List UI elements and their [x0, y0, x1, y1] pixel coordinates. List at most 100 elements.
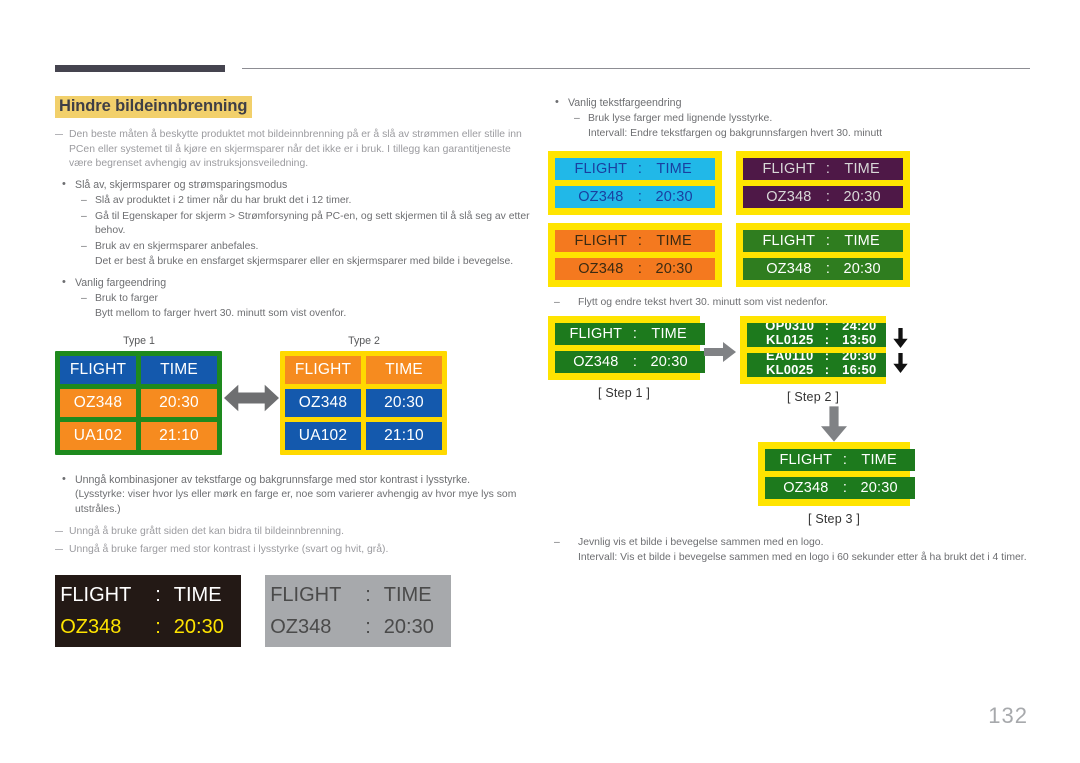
board-row: FLIGHT: TIME [555, 157, 715, 180]
board-header-cell: TIME [366, 356, 442, 385]
board-header-cell: FLIGHT [285, 356, 361, 385]
flight-code: OZ348 [270, 615, 332, 638]
board-row: OP0310:24:20 KL0125:13:50 [747, 323, 886, 348]
flight-time: TIME [383, 583, 432, 606]
board-row: EA0110:20:30 KL0025:16:50 [747, 353, 886, 378]
board-row: FLIGHT: TIME [743, 229, 903, 252]
board-header-cell: TIME [141, 356, 217, 385]
header-rule-line [242, 68, 1030, 69]
flight-time: 20:30 [843, 188, 881, 205]
board-row: OZ348:20:30 [555, 257, 715, 280]
flight-time: 20:30 [655, 260, 693, 277]
separator: : [824, 361, 830, 377]
flight-code: FLIGHT [60, 583, 132, 606]
scroll-arrows [893, 327, 908, 373]
step3-arrow-container [758, 406, 910, 442]
board-data-cell: OZ348 [60, 389, 136, 418]
page-title: Hindre bildeinnbrenning [55, 96, 253, 118]
flight-code: OZ348 [766, 188, 812, 205]
manual-page: { "page": { "title": "Hindre bildeinnbre… [0, 0, 1080, 763]
board-row: OZ348:20:30 [555, 351, 705, 374]
bullet-avoid-contrast: Unngå kombinasjoner av tekstfarge og bak… [55, 472, 535, 488]
flight-code: FLIGHT [779, 452, 833, 469]
flight-time: 16:50 [842, 361, 877, 377]
step3-label: [ Step 3 ] [807, 512, 861, 527]
color-boards-grid: FLIGHT: TIME OZ348:20:30 FLIGHT: TIME OZ348:2… [548, 150, 1028, 287]
board-row: FLIGHT: TIME [765, 449, 915, 472]
separator: : [825, 188, 831, 205]
flight-time: 20:30 [655, 188, 693, 205]
dash-display-properties: Gå til Egenskaper for skjerm > Strømfors… [75, 210, 535, 240]
step1-board: FLIGHT: TIME OZ348:20:30 [548, 316, 705, 381]
board-row: OZ348:20:30 [743, 257, 903, 280]
table-row: OZ348 20:30 [60, 389, 217, 418]
flight-time: 20:30 [860, 480, 898, 497]
gray-board-row: FLIGHT: TIME [270, 584, 446, 607]
purple-board: FLIGHT: TIME OZ348:20:30 [736, 150, 910, 215]
separator: : [155, 583, 161, 606]
flight-code: OZ348 [578, 188, 624, 205]
double-arrow-horizontal-icon [224, 385, 279, 412]
type1-label: Type 1 [123, 335, 155, 348]
note-avoid-high-contrast: Unngå å bruke farger med stor kontrast i… [55, 543, 535, 558]
table-row: OZ348 20:30 [285, 389, 442, 418]
note-avoid-gray: Unngå å bruke grått siden det kan bidra … [55, 525, 535, 540]
step1-label: [ Step 1 ] [597, 386, 651, 401]
flight-time: 20:30 [650, 354, 688, 371]
separator: : [637, 260, 643, 277]
dash-move-text: Flytt og endre tekst hvert 30. minutt so… [548, 296, 1028, 311]
flight-time: TIME [656, 160, 692, 177]
separator: : [637, 188, 643, 205]
flight-time: 20:30 [843, 260, 881, 277]
flight-code: OZ348 [783, 480, 829, 497]
flight-code: FLIGHT [574, 160, 628, 177]
step3-group: FLIGHT: TIME OZ348:20:30 [ Step 3 ] [758, 442, 915, 527]
dash-screensaver-sub: Det er best å bruke en ensfarget skjerms… [95, 255, 514, 267]
board-row: OZ348:20:30 [743, 185, 903, 208]
separator: : [632, 326, 638, 343]
bullet-color-change: Vanlig fargeendring [55, 275, 535, 291]
separator: : [824, 331, 830, 347]
board-row: FLIGHT: TIME [743, 157, 903, 180]
separator: : [637, 160, 643, 177]
table-row: UA102 21:10 [60, 422, 217, 451]
header-bar-accent [55, 65, 225, 72]
flight-time: TIME [861, 452, 897, 469]
board-data-cell: 20:30 [141, 389, 217, 418]
separator: : [842, 452, 848, 469]
flight-code: KL0025 [766, 361, 814, 377]
bullet-text-color-change: Vanlig tekstfargeendring [548, 95, 1028, 111]
flight-code: OZ348 [578, 260, 624, 277]
step1-group: FLIGHT: TIME OZ348:20:30 [ Step 1 ] [548, 316, 705, 401]
swap-arrow-container [223, 335, 280, 415]
arrow-down-icon [821, 406, 847, 442]
orange-board: FLIGHT: TIME OZ348:20:30 [548, 222, 722, 287]
dash-light-colors-sub: Intervall: Endre tekstfargen og bakgrunn… [588, 127, 882, 139]
flight-time: 20:30 [383, 615, 434, 638]
flight-code: FLIGHT [762, 160, 816, 177]
separator: : [365, 583, 371, 606]
separator: : [155, 615, 161, 638]
dash-turn-off-2h: Slå av produktet i 2 timer når du har br… [75, 194, 535, 209]
flight-time: TIME [656, 232, 692, 249]
flight-code: FLIGHT [569, 326, 623, 343]
flight-time: TIME [173, 583, 222, 606]
flight-code: KL0125 [766, 331, 814, 347]
type2-label: Type 2 [348, 335, 380, 348]
step-arrow-container [700, 316, 740, 364]
flight-time: TIME [651, 326, 687, 343]
board-header-cell: FLIGHT [60, 356, 136, 385]
flight-time: TIME [844, 160, 880, 177]
dark-board-row: FLIGHT: TIME [60, 584, 236, 607]
type2-board: FLIGHT TIME OZ348 20:30 UA102 21:10 [280, 351, 447, 456]
flight-code: OZ348 [573, 354, 619, 371]
step2-label: [ Step 2 ] [786, 390, 840, 405]
intro-note: Den beste måten å beskytte produktet mot… [55, 128, 535, 172]
flight-time: TIME [844, 232, 880, 249]
board-row: OZ348:20:30 [555, 185, 715, 208]
dash-two-colors: Bruk to farger [75, 292, 535, 307]
board-line: KL0025:16:50 [761, 361, 884, 377]
step2-group: OP0310:24:20 KL0125:13:50 EA0110:20:30 KL00… [740, 316, 908, 404]
arrow-right-icon [704, 342, 736, 363]
separator: : [825, 232, 831, 249]
